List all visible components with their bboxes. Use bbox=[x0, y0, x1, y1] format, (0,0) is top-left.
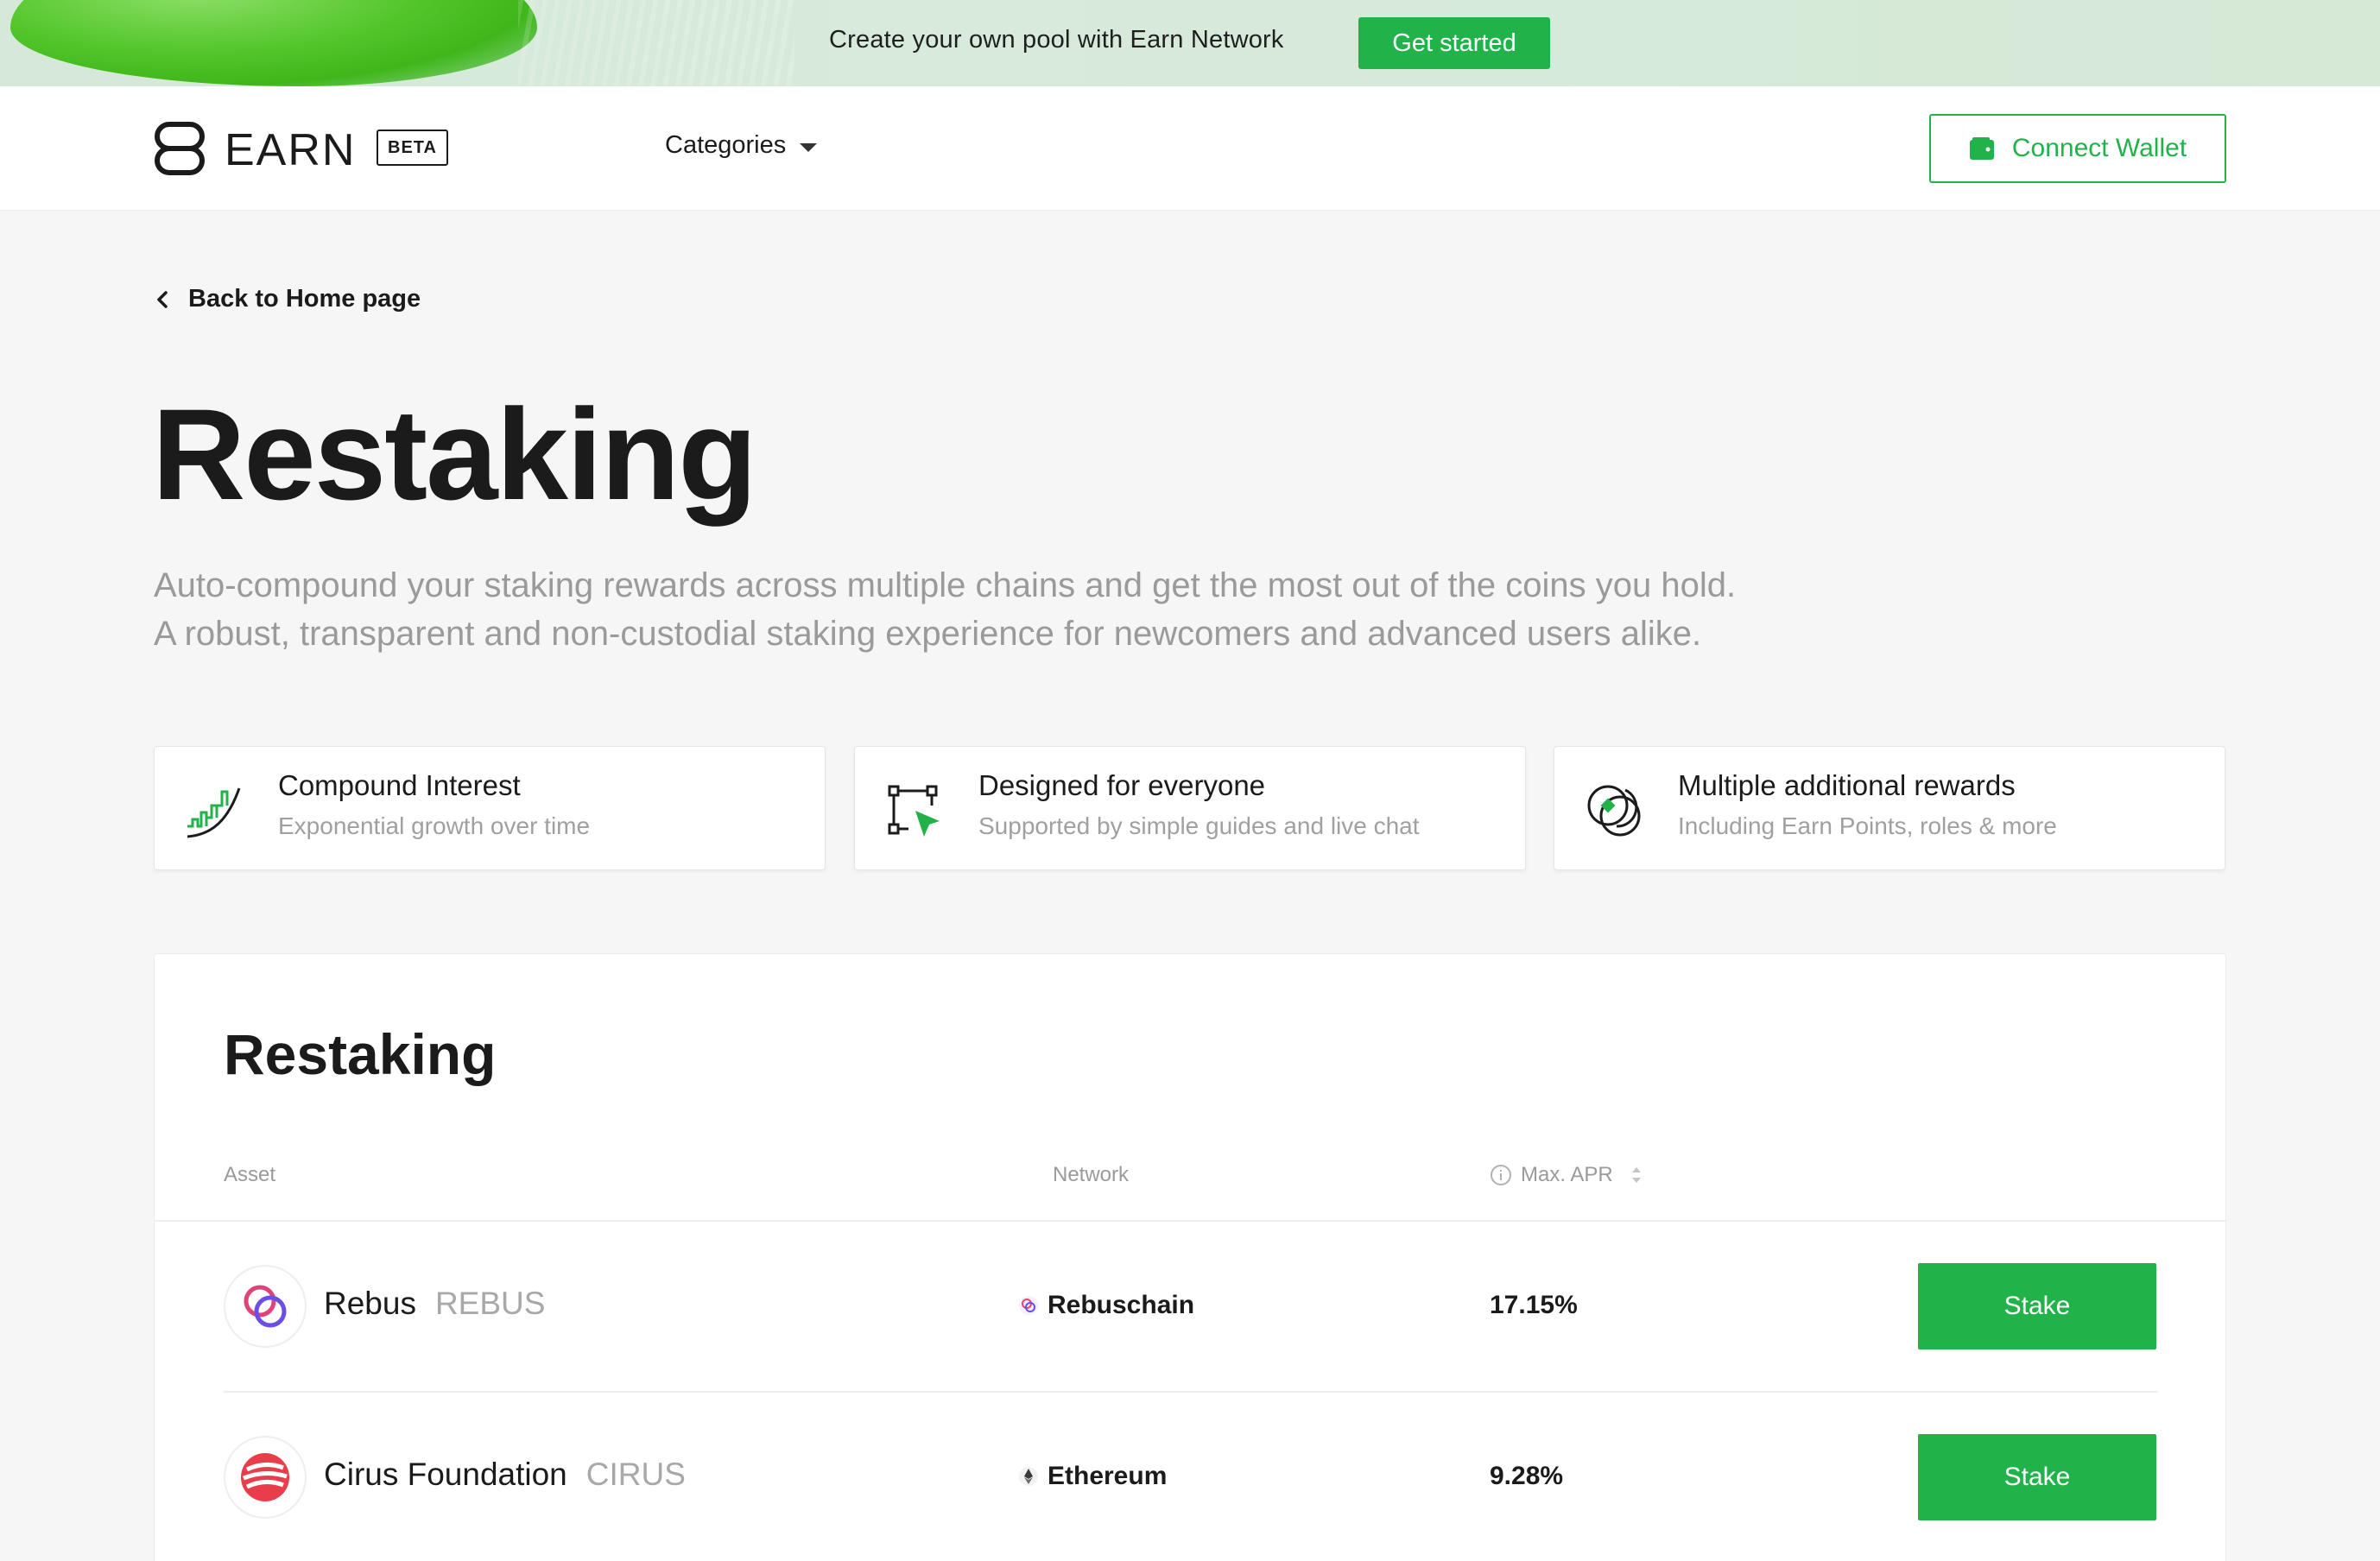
earn-logo-icon[interactable] bbox=[152, 119, 207, 178]
growth-chart-icon bbox=[187, 787, 241, 838]
stake-button[interactable]: Stake bbox=[1918, 1263, 2156, 1349]
feature-title: Multiple additional rewards bbox=[1678, 769, 2016, 801]
rebus-logo-icon bbox=[224, 1265, 307, 1348]
apr-value: 9.28% bbox=[1490, 1462, 1564, 1490]
column-header-label: Network bbox=[1053, 1163, 1130, 1186]
rebuschain-icon bbox=[1019, 1296, 1038, 1315]
sort-icon[interactable] bbox=[1629, 1164, 1644, 1186]
feature-card-compound-interest: Compound Interest Exponential growth ove… bbox=[154, 746, 826, 870]
asset-name: Rebus REBUS bbox=[324, 1286, 545, 1322]
get-started-button[interactable]: Get started bbox=[1358, 17, 1550, 69]
feature-description: Including Earn Points, roles & more bbox=[1678, 812, 2057, 839]
coins-icon bbox=[1587, 785, 1641, 837]
table-title: Restaking bbox=[224, 1022, 497, 1086]
site-header: EARN BETA Categories Connect Wallet bbox=[0, 86, 2380, 211]
feature-description: Exponential growth over time bbox=[278, 812, 591, 839]
network-cell: Ethereum bbox=[1018, 1462, 1167, 1491]
asset-name: Cirus Foundation CIRUS bbox=[324, 1457, 686, 1493]
restaking-table-card: Restaking Asset Network Max. APR Rebus RE… bbox=[154, 953, 2226, 1561]
table-row: Cirus Foundation CIRUS Ethereum 9.28% Sta… bbox=[155, 1393, 2225, 1561]
info-icon[interactable] bbox=[1490, 1164, 1512, 1186]
promo-text: Create your own pool with Earn Network bbox=[829, 26, 1284, 54]
promo-banner: Create your own pool with Earn Network G… bbox=[0, 0, 2380, 86]
chevron-down-icon bbox=[800, 142, 818, 152]
feature-card-additional-rewards: Multiple additional rewards Including Ea… bbox=[1554, 746, 2225, 870]
network-name: Ethereum bbox=[1048, 1462, 1168, 1490]
asset-name-text: Rebus bbox=[324, 1286, 416, 1321]
promo-decoration-streak bbox=[518, 0, 794, 86]
feature-title: Compound Interest bbox=[278, 769, 521, 801]
ethereum-icon bbox=[1019, 1467, 1038, 1486]
asset-ticker: CIRUS bbox=[586, 1457, 686, 1492]
column-header-apr[interactable]: Max. APR bbox=[1490, 1163, 1644, 1187]
back-to-home-link[interactable]: Back to Home page bbox=[155, 285, 421, 313]
page-subtitle: Auto-compound your staking rewards acros… bbox=[154, 561, 2054, 658]
beta-badge: BETA bbox=[377, 130, 448, 166]
feature-title: Designed for everyone bbox=[978, 769, 1266, 801]
categories-label: Categories bbox=[665, 131, 787, 159]
table-row: Rebus REBUS Rebuschain 17.15% Stake bbox=[155, 1222, 2225, 1391]
subtitle-line-1: Auto-compound your staking rewards acros… bbox=[154, 566, 1737, 604]
asset-ticker: REBUS bbox=[434, 1286, 546, 1321]
promo-decoration bbox=[10, 0, 537, 86]
column-header-network: Network bbox=[1053, 1163, 1129, 1187]
feature-description: Supported by simple guides and live chat bbox=[978, 812, 1420, 839]
network-cell: Rebuschain bbox=[1018, 1291, 1194, 1320]
stake-button[interactable]: Stake bbox=[1918, 1434, 2156, 1520]
asset-name-text: Cirus Foundation bbox=[324, 1457, 567, 1492]
subtitle-line-2: A robust, transparent and non-custodial … bbox=[154, 615, 1702, 653]
column-header-label: Max. APR bbox=[1521, 1163, 1613, 1186]
cursor-select-icon bbox=[888, 785, 940, 837]
column-header-asset: Asset bbox=[224, 1163, 275, 1187]
categories-dropdown[interactable]: Categories bbox=[665, 131, 818, 160]
column-header-label: Asset bbox=[224, 1163, 276, 1186]
page-title: Restaking bbox=[152, 382, 757, 527]
feature-card-designed-for-everyone: Designed for everyone Supported by simpl… bbox=[854, 746, 1526, 870]
cirus-logo-icon bbox=[224, 1436, 307, 1519]
connect-wallet-label: Connect Wallet bbox=[2011, 134, 2187, 162]
chevron-left-icon bbox=[157, 290, 168, 308]
connect-wallet-button[interactable]: Connect Wallet bbox=[1929, 114, 2226, 183]
network-name: Rebuschain bbox=[1048, 1291, 1195, 1319]
apr-value: 17.15% bbox=[1490, 1291, 1578, 1319]
brand-name[interactable]: EARN bbox=[225, 124, 356, 176]
wallet-icon bbox=[1969, 137, 1994, 160]
back-link-label: Back to Home page bbox=[188, 285, 421, 313]
